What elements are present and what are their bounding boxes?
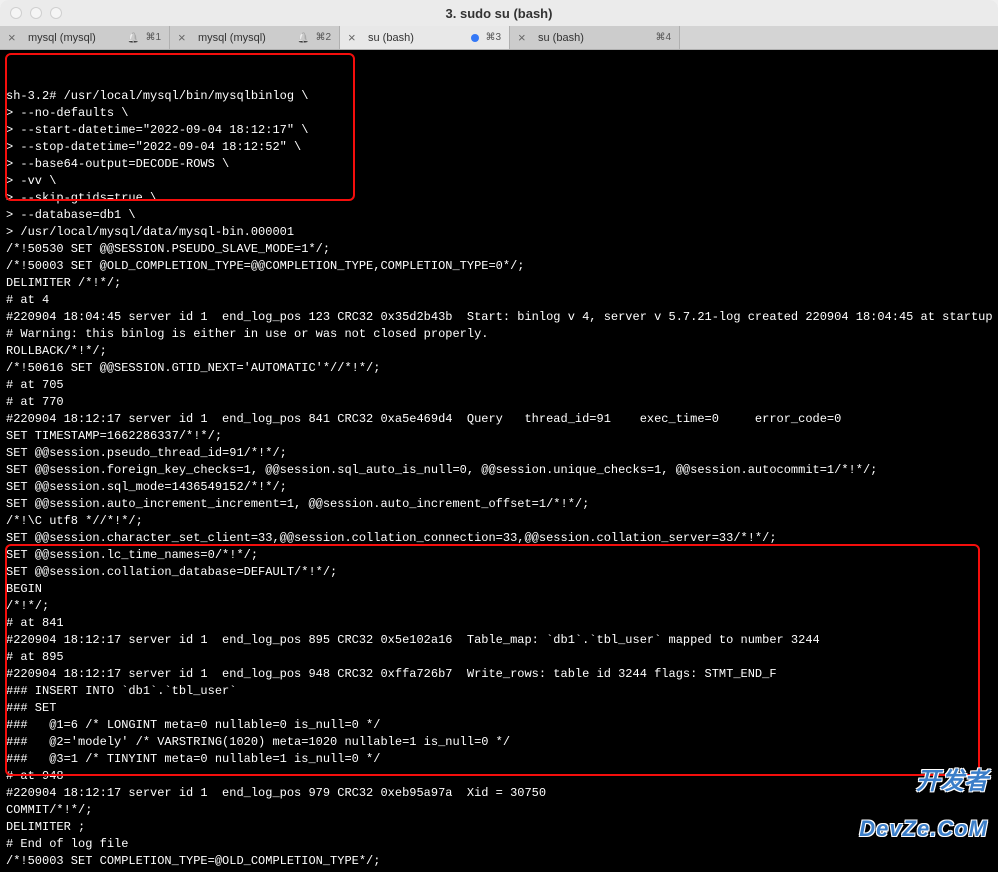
terminal-line: sh-3.2# /usr/local/mysql/bin/mysqlbinlog…: [6, 88, 992, 105]
minimize-button[interactable]: [30, 7, 42, 19]
terminal-line: > --skip-gtids=true \: [6, 190, 992, 207]
terminal-line: COMMIT/*!*/;: [6, 802, 992, 819]
terminal-line: # at 895: [6, 649, 992, 666]
terminal-line: /*!50530 SET @@SESSION.PSEUDO_SLAVE_MODE…: [6, 241, 992, 258]
bell-icon: [127, 32, 139, 44]
window-title: 3. sudo su (bash): [446, 6, 553, 21]
terminal-line: #220904 18:12:17 server id 1 end_log_pos…: [6, 411, 992, 428]
terminal-line: /*!*/;: [6, 598, 992, 615]
terminal-line: #220904 18:12:17 server id 1 end_log_pos…: [6, 785, 992, 802]
tab-shortcut: ⌘1: [145, 32, 161, 43]
titlebar[interactable]: 3. sudo su (bash): [0, 0, 998, 26]
terminal-line: # at 948: [6, 768, 992, 785]
terminal-line: DELIMITER /*!*/;: [6, 275, 992, 292]
terminal-line: SET @@session.sql_mode=1436549152/*!*/;: [6, 479, 992, 496]
terminal-line: > /usr/local/mysql/data/mysql-bin.000001: [6, 224, 992, 241]
activity-dot-icon: [471, 34, 479, 42]
tab-2[interactable]: × mysql (mysql) ⌘2: [170, 26, 340, 49]
terminal-line: #220904 18:12:17 server id 1 end_log_pos…: [6, 632, 992, 649]
terminal-line: SET @@session.character_set_client=33,@@…: [6, 530, 992, 547]
close-icon[interactable]: ×: [518, 30, 532, 45]
terminal-output[interactable]: sh-3.2# /usr/local/mysql/bin/mysqlbinlog…: [0, 50, 998, 872]
terminal-line: ### INSERT INTO `db1`.`tbl_user`: [6, 683, 992, 700]
close-icon[interactable]: ×: [348, 30, 362, 45]
terminal-line: ### @2='modely' /* VARSTRING(1020) meta=…: [6, 734, 992, 751]
tab-1[interactable]: × mysql (mysql) ⌘1: [0, 26, 170, 49]
tab-label: mysql (mysql): [28, 32, 121, 44]
tab-3[interactable]: × su (bash) ⌘3: [340, 26, 510, 49]
terminal-line: # at 841: [6, 615, 992, 632]
traffic-lights: [10, 7, 62, 19]
terminal-line: ROLLBACK/*!*/;: [6, 343, 992, 360]
close-icon[interactable]: ×: [8, 30, 22, 45]
terminal-line: DELIMITER ;: [6, 819, 992, 836]
bell-icon: [297, 32, 309, 44]
terminal-line: ### SET: [6, 700, 992, 717]
close-button[interactable]: [10, 7, 22, 19]
tab-shortcut: ⌘2: [315, 32, 331, 43]
terminal-line: > --base64-output=DECODE-ROWS \: [6, 156, 992, 173]
terminal-line: /*!\C utf8 *//*!*/;: [6, 513, 992, 530]
terminal-line: > --no-defaults \: [6, 105, 992, 122]
terminal-line: # End of log file: [6, 836, 992, 853]
terminal-line: # at 4: [6, 292, 992, 309]
terminal-window: 3. sudo su (bash) × mysql (mysql) ⌘1 × m…: [0, 0, 998, 872]
terminal-line: > --database=db1 \: [6, 207, 992, 224]
terminal-line: SET @@session.pseudo_thread_id=91/*!*/;: [6, 445, 992, 462]
terminal-line: # at 770: [6, 394, 992, 411]
terminal-line: ### @3=1 /* TINYINT meta=0 nullable=1 is…: [6, 751, 992, 768]
terminal-line: /*!50003 SET COMPLETION_TYPE=@OLD_COMPLE…: [6, 853, 992, 870]
terminal-line: #220904 18:04:45 server id 1 end_log_pos…: [6, 309, 992, 326]
tab-label: su (bash): [368, 32, 465, 44]
tab-label: mysql (mysql): [198, 32, 291, 44]
tabbar: × mysql (mysql) ⌘1 × mysql (mysql) ⌘2 × …: [0, 26, 998, 50]
terminal-line: # at 705: [6, 377, 992, 394]
terminal-line: #220904 18:12:17 server id 1 end_log_pos…: [6, 666, 992, 683]
terminal-line: > --start-datetime="2022-09-04 18:12:17"…: [6, 122, 992, 139]
terminal-line: BEGIN: [6, 581, 992, 598]
terminal-line: > -vv \: [6, 173, 992, 190]
terminal-line: SET @@session.foreign_key_checks=1, @@se…: [6, 462, 992, 479]
tab-4[interactable]: × su (bash) ⌘4: [510, 26, 680, 49]
maximize-button[interactable]: [50, 7, 62, 19]
terminal-line: ### @1=6 /* LONGINT meta=0 nullable=0 is…: [6, 717, 992, 734]
terminal-line: /*!50003 SET @OLD_COMPLETION_TYPE=@@COMP…: [6, 258, 992, 275]
tab-label: su (bash): [538, 32, 649, 44]
terminal-line: SET @@session.auto_increment_increment=1…: [6, 496, 992, 513]
tab-shortcut: ⌘4: [655, 32, 671, 43]
terminal-line: > --stop-datetime="2022-09-04 18:12:52" …: [6, 139, 992, 156]
terminal-line: SET TIMESTAMP=1662286337/*!*/;: [6, 428, 992, 445]
terminal-line: SET @@session.collation_database=DEFAULT…: [6, 564, 992, 581]
terminal-line: # Warning: this binlog is either in use …: [6, 326, 992, 343]
tab-shortcut: ⌘3: [485, 32, 501, 43]
close-icon[interactable]: ×: [178, 30, 192, 45]
terminal-line: /*!50616 SET @@SESSION.GTID_NEXT='AUTOMA…: [6, 360, 992, 377]
terminal-line: SET @@session.lc_time_names=0/*!*/;: [6, 547, 992, 564]
